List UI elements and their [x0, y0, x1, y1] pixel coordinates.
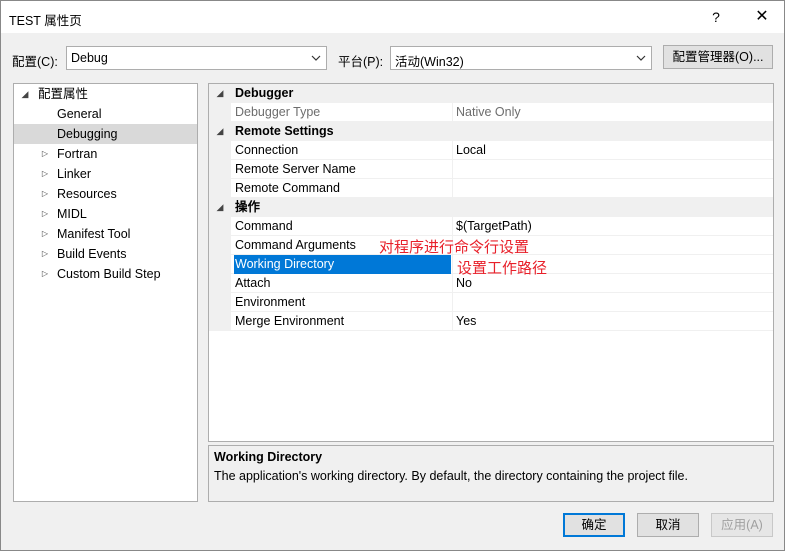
property-value[interactable]: $(TargetPath) [452, 217, 773, 236]
help-button[interactable]: ? [701, 5, 731, 29]
property-name: Debugger [235, 86, 294, 100]
property-value[interactable]: Local [452, 141, 773, 160]
tree-item-label: Custom Build Step [57, 267, 161, 281]
grid-property-row[interactable]: Remote Server Name [209, 160, 773, 179]
grid-property-row[interactable]: Remote Command [209, 179, 773, 198]
expand-triangle-icon[interactable]: ▷ [40, 144, 50, 164]
grid-category[interactable]: ◢ Remote Settings [209, 122, 773, 141]
property-tree: ◢ 配置属性 General Debugging ▷ Fortran ▷ Linker ▷ R… [13, 83, 198, 502]
platform-label: 平台(P): [338, 55, 384, 69]
tree-item-label: Resources [57, 187, 117, 201]
ok-button[interactable]: 确定 [563, 513, 625, 537]
description-title: Working Directory [214, 450, 323, 464]
tree-root-label: 配置属性 [38, 87, 89, 101]
tree-item-build-events[interactable]: ▷ Build Events [14, 244, 197, 264]
apply-button[interactable]: 应用(A) [711, 513, 773, 537]
config-label: 配置(C): [12, 55, 58, 69]
property-name: Remote Command [235, 181, 340, 195]
tree-item-manifest-tool[interactable]: ▷ Manifest Tool [14, 224, 197, 244]
config-manager-button[interactable]: 配置管理器(O)... [663, 45, 773, 69]
row-gutter [209, 274, 231, 293]
annotation-command-args: 对程序进行命令行设置 [379, 239, 530, 256]
expand-triangle-icon[interactable]: ▷ [40, 164, 50, 184]
property-name: Working Directory [234, 255, 451, 274]
grid-category[interactable]: ◢ Debugger [209, 84, 773, 103]
tree-item-label: Fortran [57, 147, 98, 161]
property-value[interactable] [452, 160, 773, 179]
row-gutter [209, 255, 231, 274]
tree-item-label: Manifest Tool [57, 227, 131, 241]
annotation-working-dir: 设置工作路径 [457, 260, 548, 277]
row-gutter [209, 236, 231, 255]
tree-item-label: Debugging [57, 127, 118, 141]
collapse-triangle-icon[interactable]: ◢ [215, 83, 225, 103]
property-pages-dialog: TEST 属性页 ? ✕ 配置(C): Debug 平台(P): 活动(Win3… [0, 0, 785, 551]
collapse-triangle-icon[interactable]: ◢ [215, 121, 225, 141]
platform-select-value: 活动(Win32) [395, 55, 464, 69]
config-select[interactable]: Debug [66, 46, 327, 70]
expanded-triangle-icon: ◢ [21, 89, 29, 99]
tree-item-label: Build Events [57, 247, 127, 261]
expand-triangle-icon[interactable]: ▷ [40, 244, 50, 264]
expand-triangle-icon[interactable]: ▷ [40, 264, 50, 284]
tree-item-label: General [57, 107, 102, 121]
grid-property-row[interactable]: Environment [209, 293, 773, 312]
chevron-down-icon [311, 55, 321, 61]
grid-property-row[interactable]: Debugger Type Native Only [209, 103, 773, 122]
property-name: Remote Server Name [235, 162, 356, 176]
row-gutter [209, 217, 231, 236]
config-select-value: Debug [71, 51, 108, 65]
tree-item-custom-build-step[interactable]: ▷ Custom Build Step [14, 264, 197, 284]
row-gutter [209, 312, 231, 331]
tree-item-resources[interactable]: ▷ Resources [14, 184, 197, 204]
description-pane: Working Directory The application's work… [208, 445, 774, 502]
window-title: TEST 属性页 [9, 14, 82, 28]
property-name: Remote Settings [235, 124, 334, 138]
property-value[interactable]: Native Only [452, 103, 773, 122]
grid-property-row[interactable]: Connection Local [209, 141, 773, 160]
property-name: Attach [235, 276, 271, 290]
row-gutter [209, 103, 231, 122]
property-name: Command [235, 219, 293, 233]
collapse-triangle-icon[interactable]: ◢ [215, 197, 225, 217]
row-gutter [209, 293, 231, 312]
tree-item-midl[interactable]: ▷ MIDL [14, 204, 197, 224]
property-name: 操作 [235, 200, 261, 214]
property-name: Debugger Type [235, 105, 321, 119]
property-name: Environment [235, 295, 306, 309]
tree-item-label: Linker [57, 167, 92, 181]
tree-item-general[interactable]: General [14, 104, 197, 124]
chevron-down-icon [636, 55, 646, 61]
tree-item-debugging[interactable]: Debugging [14, 124, 197, 144]
close-button[interactable]: ✕ [747, 5, 777, 29]
grid-category[interactable]: ◢ 操作 [209, 198, 773, 217]
expand-triangle-icon[interactable]: ▷ [40, 224, 50, 244]
property-value[interactable] [452, 293, 773, 312]
tree-item-linker[interactable]: ▷ Linker [14, 164, 197, 184]
row-gutter [209, 141, 231, 160]
row-gutter [209, 160, 231, 179]
property-name: Merge Environment [235, 314, 345, 328]
description-text: The application's working directory. By … [214, 469, 688, 483]
tree-root[interactable]: ◢ 配置属性 [14, 84, 197, 104]
platform-select[interactable]: 活动(Win32) [390, 46, 652, 70]
property-name: Connection [235, 143, 299, 157]
title-bar: TEST 属性页 ? ✕ [1, 1, 784, 33]
row-gutter [209, 179, 231, 198]
cancel-button[interactable]: 取消 [637, 513, 699, 537]
tree-item-label: MIDL [57, 207, 87, 221]
expand-triangle-icon[interactable]: ▷ [40, 204, 50, 224]
grid-property-row[interactable]: Command $(TargetPath) [209, 217, 773, 236]
grid-property-row[interactable]: Merge Environment Yes [209, 312, 773, 331]
property-value[interactable]: Yes [452, 312, 773, 331]
tree-item-fortran[interactable]: ▷ Fortran [14, 144, 197, 164]
property-value[interactable] [452, 179, 773, 198]
expand-triangle-icon[interactable]: ▷ [40, 184, 50, 204]
